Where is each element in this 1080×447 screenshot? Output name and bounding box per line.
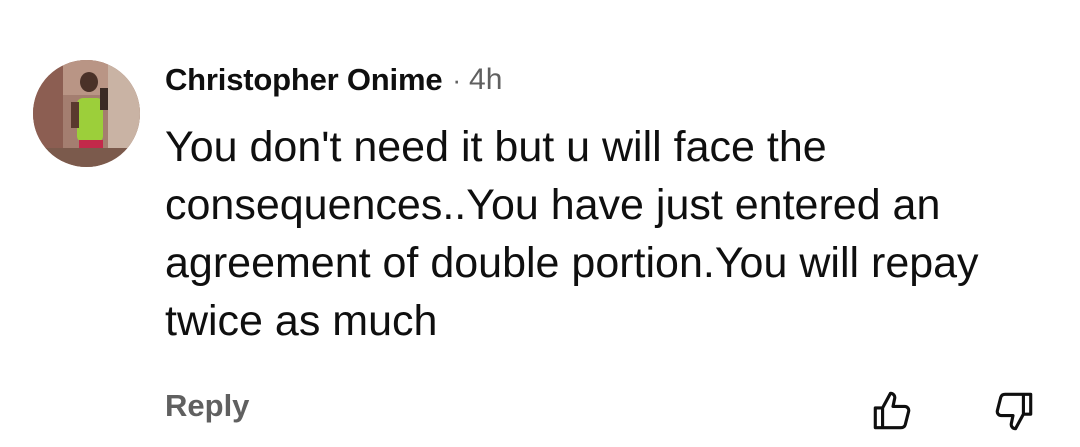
author-avatar[interactable]: [33, 60, 140, 167]
comment-item: Christopher Onime · 4h You don't need it…: [0, 0, 1080, 447]
separator-dot: ·: [452, 64, 462, 95]
thumbs-up-icon: [873, 391, 911, 430]
comment-header: Christopher Onime · 4h: [165, 60, 502, 100]
avatar-image: [33, 60, 140, 167]
author-name[interactable]: Christopher Onime: [165, 62, 443, 98]
like-button[interactable]: [868, 386, 918, 436]
thumbs-down-icon: [995, 392, 1033, 431]
dislike-button[interactable]: [988, 386, 1038, 436]
reply-button[interactable]: Reply: [165, 388, 249, 424]
comment-text: You don't need it but u will face the co…: [165, 123, 979, 345]
comment-timestamp: 4h: [469, 63, 503, 96]
